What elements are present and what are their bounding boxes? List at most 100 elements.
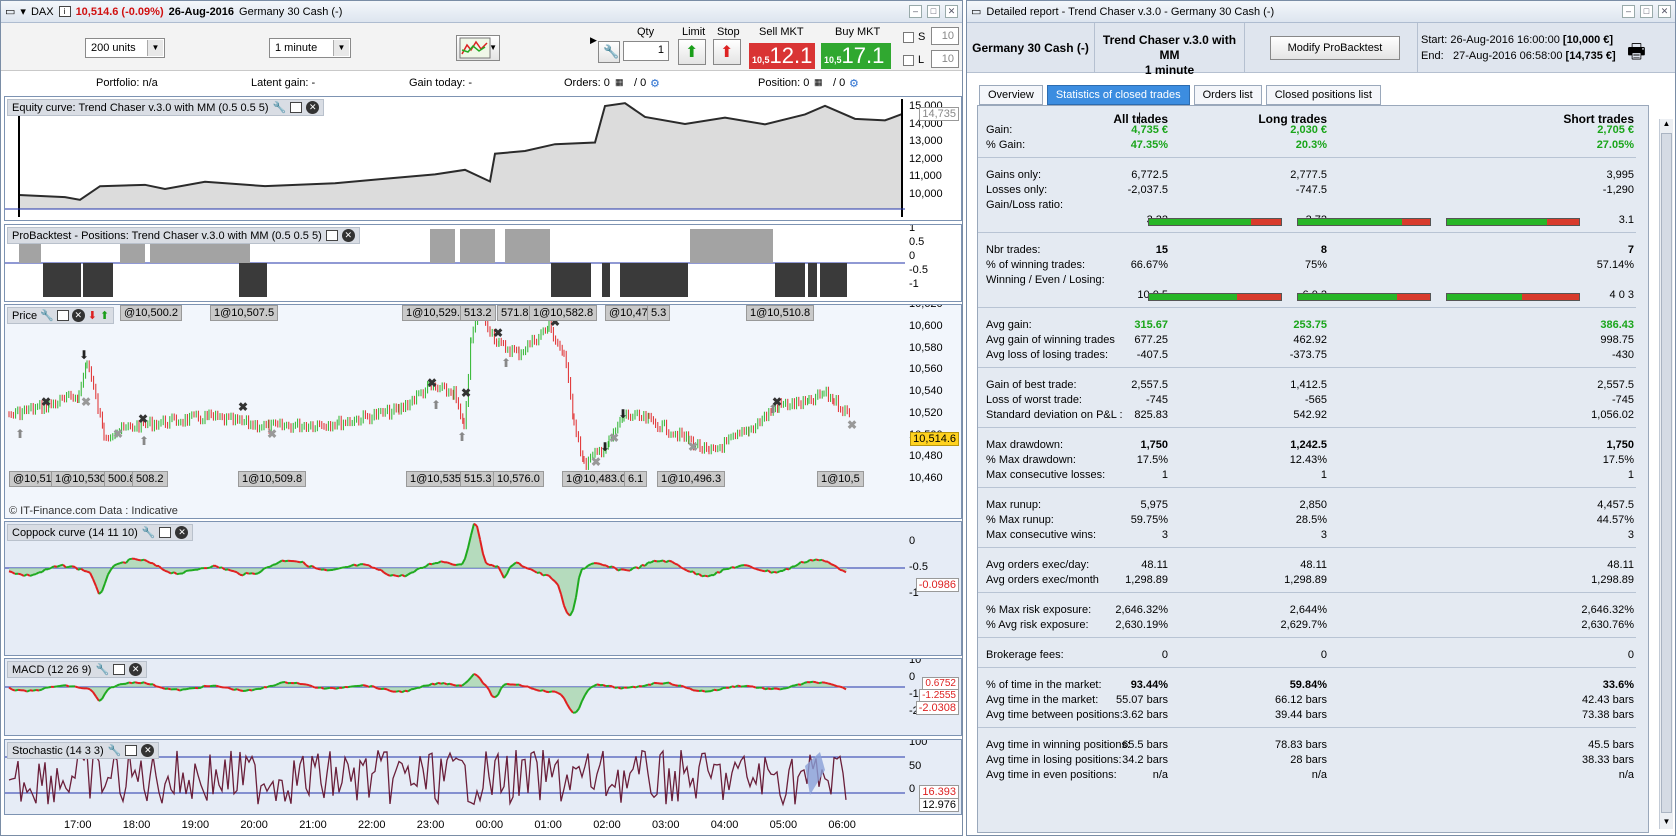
close-icon[interactable]: ✕ bbox=[175, 526, 189, 539]
stats-label: % of winning trades: bbox=[986, 259, 1086, 271]
scroll-up-icon[interactable]: ▲ bbox=[1660, 119, 1673, 131]
axis-tick-label: 10,620 bbox=[909, 304, 943, 310]
oscillator-line bbox=[65, 565, 70, 569]
l-input[interactable]: 10 bbox=[931, 50, 959, 68]
stats-label: Brokerage fees: bbox=[986, 649, 1064, 661]
tab-closed-positions[interactable]: Closed positions list bbox=[1265, 85, 1381, 105]
qty-input[interactable]: 1 bbox=[623, 41, 669, 61]
tab-overview[interactable]: Overview bbox=[979, 85, 1043, 105]
oscillator-line bbox=[770, 687, 775, 691]
oscillator-line bbox=[803, 561, 808, 564]
close-icon[interactable]: ✕ bbox=[945, 5, 958, 18]
position-gear-icon[interactable]: ⚙ bbox=[849, 77, 859, 90]
sell-arrow-icon[interactable]: ⬇ bbox=[88, 309, 97, 322]
stats-scrollbar[interactable]: ▲ ▼ bbox=[1659, 119, 1673, 829]
stats-value: 20.3% bbox=[1295, 139, 1327, 151]
maximize-icon[interactable]: □ bbox=[1640, 5, 1653, 18]
oscillator-line bbox=[17, 572, 22, 576]
oscillator-line bbox=[839, 568, 844, 572]
oscillator-line bbox=[602, 684, 607, 688]
oscillator-line bbox=[680, 566, 685, 570]
oscillator-line bbox=[218, 685, 223, 689]
scroll-down-icon[interactable]: ▼ bbox=[1660, 817, 1673, 829]
current-price-tag: 10,514.6 bbox=[910, 432, 959, 446]
tab-orders-list[interactable]: Orders list bbox=[1193, 85, 1262, 105]
tab-statistics[interactable]: Statistics of closed trades bbox=[1046, 85, 1190, 105]
axis-tick-label: 10,540 bbox=[909, 385, 943, 397]
minimize-icon[interactable]: – bbox=[1622, 5, 1635, 18]
s-input[interactable]: 10 bbox=[931, 27, 959, 45]
orders-gear-icon[interactable]: ⚙ bbox=[650, 77, 660, 90]
close-icon[interactable]: ✕ bbox=[306, 101, 320, 114]
chart-type-button[interactable]: ▼ bbox=[456, 35, 500, 61]
stats-value: 4 0 3 bbox=[1609, 289, 1634, 301]
maximize-icon[interactable]: □ bbox=[927, 5, 940, 18]
orders-count-2: / 0 bbox=[634, 77, 647, 89]
scroll-thumb[interactable] bbox=[1661, 133, 1672, 813]
window-icon[interactable] bbox=[56, 310, 69, 321]
oscillator-line bbox=[773, 570, 778, 574]
position-icon[interactable]: ▦ bbox=[814, 77, 823, 88]
stop-order-button[interactable]: ⬆ bbox=[713, 39, 741, 65]
oscillator-line bbox=[389, 574, 394, 577]
stats-row: % Gain: 47.35% 20.3% 27.05% bbox=[978, 139, 1636, 154]
modify-probacktest-button[interactable]: Modify ProBacktest bbox=[1270, 36, 1400, 60]
oscillator-line bbox=[116, 562, 121, 566]
buy-market-button[interactable]: 10,517.1 bbox=[821, 43, 891, 69]
units-select[interactable]: 200 units ▼ bbox=[85, 38, 165, 58]
close-icon[interactable]: ✕ bbox=[129, 663, 143, 676]
close-icon[interactable]: ✕ bbox=[1658, 5, 1671, 18]
wrench-icon[interactable]: 🔧 bbox=[142, 526, 156, 539]
wrench-icon[interactable]: 🔧 bbox=[273, 101, 287, 114]
oscillator-line bbox=[347, 564, 352, 568]
orders-icon[interactable]: ▦ bbox=[615, 77, 624, 88]
l-checkbox[interactable] bbox=[903, 55, 914, 66]
window-icon[interactable] bbox=[325, 230, 338, 241]
dropdown-arrow-icon[interactable]: ▾ bbox=[20, 5, 26, 18]
stats-label: Avg time in losing positions: bbox=[986, 754, 1122, 766]
oscillator-line bbox=[500, 684, 505, 690]
limit-order-button[interactable]: ⬆ bbox=[678, 39, 706, 65]
collapse-arrow-icon[interactable]: ▶ bbox=[590, 35, 597, 46]
oscillator-line bbox=[77, 567, 82, 571]
stats-value: 48.11 bbox=[1300, 559, 1327, 571]
oscillator-line bbox=[26, 689, 31, 693]
print-icon[interactable]: 🖶 bbox=[1627, 37, 1646, 71]
window-icon[interactable] bbox=[290, 102, 303, 113]
window-icon[interactable] bbox=[113, 664, 126, 675]
stats-row: Avg orders exec/month 1,298.89 1,298.89 1,2… bbox=[978, 574, 1636, 589]
wrench-icon[interactable]: 🔧 bbox=[40, 309, 54, 322]
oscillator-line bbox=[371, 684, 376, 689]
info-icon[interactable]: i bbox=[58, 6, 71, 17]
report-icon: ▭ bbox=[971, 6, 982, 18]
s-checkbox[interactable] bbox=[903, 32, 914, 43]
oscillator-line bbox=[227, 686, 232, 690]
short-position-block bbox=[820, 263, 847, 297]
oscillator-line bbox=[404, 689, 409, 693]
timeframe-select[interactable]: 1 minute ▼ bbox=[269, 38, 351, 58]
window-icon[interactable] bbox=[125, 745, 138, 756]
stats-row: Gain/Loss ratio: bbox=[978, 199, 1636, 214]
section-divider bbox=[978, 427, 1636, 428]
sell-market-button[interactable]: 10,512.1 bbox=[749, 43, 815, 69]
time-tick-label: 18:00 bbox=[122, 819, 151, 831]
window-icon[interactable] bbox=[159, 527, 172, 538]
buy-arrow-icon: ⬆ bbox=[431, 398, 441, 412]
gain-loss-ratio-bar bbox=[1446, 218, 1580, 226]
minimize-icon[interactable]: – bbox=[909, 5, 922, 18]
stats-value: 6,772.5 bbox=[1131, 169, 1168, 181]
wrench-icon[interactable]: 🔧 bbox=[598, 41, 620, 63]
latent-gain: Latent gain: - bbox=[251, 77, 316, 89]
oscillator-line bbox=[644, 683, 649, 687]
exit-marker-icon: ✖ bbox=[461, 386, 471, 400]
wrench-icon[interactable]: 🔧 bbox=[108, 744, 122, 757]
buy-arrow-icon[interactable]: ⬆ bbox=[100, 309, 109, 322]
close-icon[interactable]: ✕ bbox=[71, 309, 85, 322]
oscillator-line bbox=[713, 688, 718, 692]
close-icon[interactable]: ✕ bbox=[341, 229, 355, 242]
symbol-label[interactable]: DAX bbox=[31, 6, 54, 18]
oscillator-line bbox=[671, 683, 676, 687]
wrench-icon[interactable]: 🔧 bbox=[95, 663, 109, 676]
close-icon[interactable]: ✕ bbox=[141, 744, 155, 757]
report-tabs: Overview Statistics of closed trades Ord… bbox=[979, 85, 1381, 105]
